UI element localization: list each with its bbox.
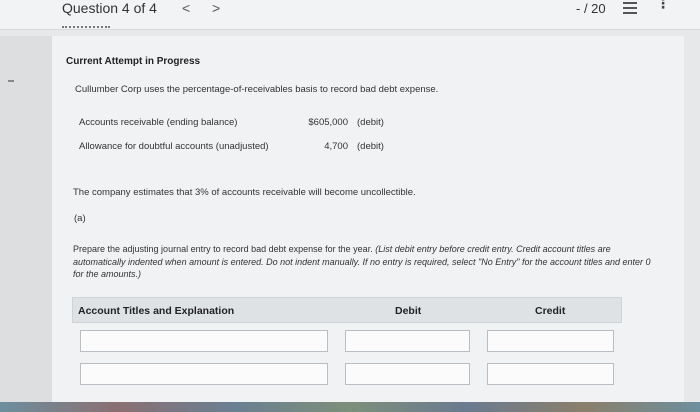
balance-label: Accounts receivable (ending balance) xyxy=(79,117,238,128)
attempt-status: Current Attempt in Progress xyxy=(66,56,201,67)
balance-type: (debit) xyxy=(357,141,384,152)
next-question-button[interactable]: > xyxy=(212,0,220,16)
balance-amount: $605,000 xyxy=(308,117,348,128)
journal-table-header: Account Titles and Explanation Debit Cre… xyxy=(72,297,622,323)
account-title-input[interactable] xyxy=(80,330,328,352)
debit-input[interactable] xyxy=(345,363,470,385)
list-icon[interactable] xyxy=(623,2,637,14)
top-bar: Question 4 of 4 < > - / 20 ⋮ xyxy=(0,0,700,30)
debit-input[interactable] xyxy=(345,330,470,352)
score-display: - / 20 xyxy=(576,1,606,16)
sub-tab-indicator xyxy=(62,26,110,29)
balance-type: (debit) xyxy=(357,117,384,128)
left-sidebar xyxy=(0,36,52,412)
credit-input[interactable] xyxy=(487,330,614,352)
balance-label: Allowance for doubtful accounts (unadjus… xyxy=(79,141,269,152)
column-header-credit: Credit xyxy=(535,305,566,317)
previous-question-button[interactable]: < xyxy=(182,0,190,16)
column-header-debit: Debit xyxy=(395,305,422,317)
sidebar-marker xyxy=(8,80,14,82)
estimate-text: The company estimates that 3% of account… xyxy=(73,187,416,198)
dock-strip xyxy=(0,402,700,412)
question-title: Question 4 of 4 xyxy=(62,0,157,16)
instructions-main: Prepare the adjusting journal entry to r… xyxy=(73,244,376,254)
account-title-input[interactable] xyxy=(80,363,328,385)
balance-amount: 4,700 xyxy=(324,141,348,152)
part-label: (a) xyxy=(74,213,86,224)
instructions: Prepare the adjusting journal entry to r… xyxy=(73,243,663,281)
problem-intro: Cullumber Corp uses the percentage-of-re… xyxy=(75,84,439,95)
credit-input[interactable] xyxy=(487,363,614,385)
more-options-icon[interactable]: ⋮ xyxy=(656,0,671,10)
column-header-account: Account Titles and Explanation xyxy=(78,305,235,317)
